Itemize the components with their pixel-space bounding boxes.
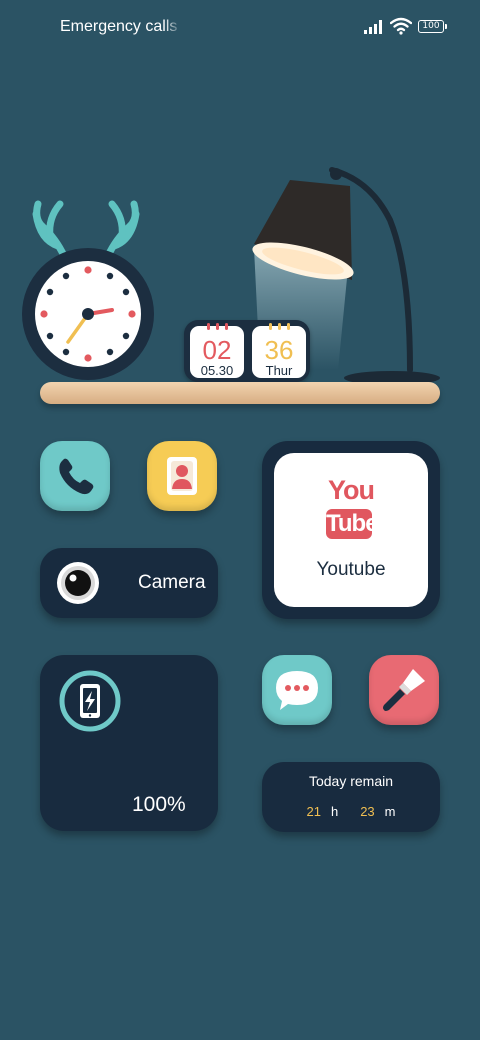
camera-label: Camera: [138, 572, 206, 593]
phone-app-button[interactable]: [40, 441, 110, 511]
antler-clock-icon: [22, 200, 154, 380]
youtube-app-button[interactable]: You Tube Youtube: [262, 441, 440, 619]
wooden-shelf: [40, 382, 440, 404]
desk-scene-widget[interactable]: 02 05.30 36 Thur: [0, 150, 480, 420]
screen-time-widget[interactable]: Today remain 21 h 23 m: [262, 762, 440, 832]
youtube-logo-you: You: [328, 475, 375, 505]
flip-card-date: 02 05.30: [190, 323, 244, 378]
screen-time-hours: 21: [306, 804, 321, 819]
home-screen: Emergency calls o 100 02 05.30 36 Thur C…: [0, 0, 480, 1040]
camera-app-button[interactable]: Camera: [40, 548, 218, 618]
screen-time-minutes-unit: m: [384, 804, 396, 819]
themes-app-button[interactable]: [369, 655, 439, 725]
flip-card-week: 36 Thur: [252, 323, 306, 378]
wifi-icon: [390, 17, 412, 35]
chat-bubble-icon: [276, 671, 318, 710]
youtube-card: You Tube Youtube: [274, 453, 428, 607]
screen-time-minutes: 23: [360, 804, 375, 819]
screen-time-hours-unit: h: [330, 804, 339, 819]
screen-time-values: 21 h 23 m: [262, 804, 440, 819]
battery-icon: 100: [418, 20, 447, 33]
messages-app-button[interactable]: [262, 655, 332, 725]
calendar-day: 02: [202, 335, 232, 365]
signal-icon: [364, 20, 382, 34]
youtube-label: Youtube: [316, 559, 386, 580]
calendar-weekday: Thur: [265, 363, 293, 378]
contacts-app-button[interactable]: [147, 441, 217, 511]
screen-time-title: Today remain: [308, 773, 394, 789]
battery-widget[interactable]: 100%: [40, 655, 218, 831]
paint-brush-icon: [383, 669, 425, 711]
status-bar: Emergency calls o 100: [0, 0, 480, 56]
carrier-status-text: Emergency calls o: [60, 18, 182, 35]
phone-charging-icon: [59, 670, 121, 732]
battery-percent: 100%: [132, 793, 186, 816]
calendar-week-number: 36: [264, 335, 294, 365]
phone-icon: [59, 458, 94, 495]
contacts-icon: [167, 457, 197, 495]
camera-lens-icon: [57, 562, 99, 604]
youtube-logo-tube: Tube: [326, 509, 379, 539]
calendar-date: 05.30: [200, 363, 234, 378]
battery-level-text: 100: [422, 21, 440, 31]
flip-calendar: 02 05.30 36 Thur: [184, 320, 310, 382]
